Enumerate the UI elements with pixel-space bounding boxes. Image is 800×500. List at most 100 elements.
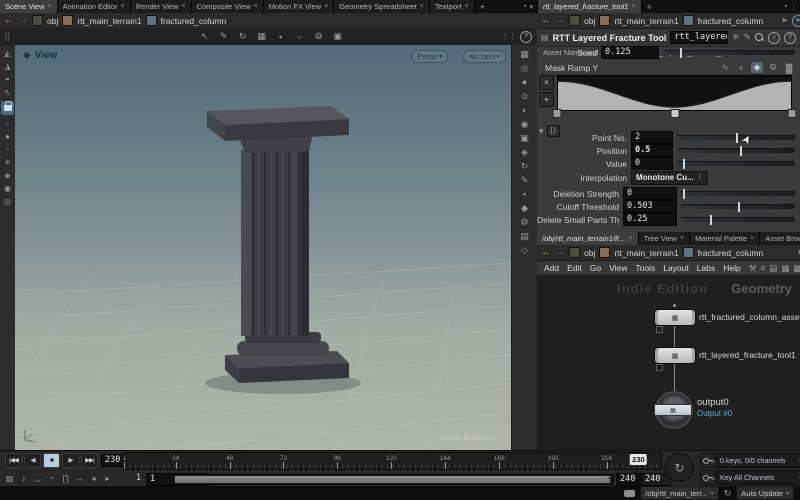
tab-animation-editor[interactable]: Animation Editor × bbox=[57, 0, 131, 13]
table-view-icon[interactable]: ▦ bbox=[781, 263, 789, 274]
tool-icon[interactable]: ◐ bbox=[516, 105, 533, 115]
tool-icon[interactable]: ◂ bbox=[88, 474, 99, 483]
new-tab-button[interactable]: + bbox=[475, 0, 490, 13]
pin-icon[interactable]: ➤ bbox=[781, 15, 788, 26]
position-field[interactable]: 0.5 bbox=[631, 144, 673, 157]
refresh-icon[interactable]: ↻ bbox=[724, 488, 732, 499]
list-view-icon[interactable]: ≡ bbox=[760, 263, 765, 273]
info-icon[interactable]: i bbox=[768, 31, 780, 44]
paint-tool-icon[interactable]: ◓ bbox=[1, 75, 14, 84]
tool-icon[interactable]: ▸ bbox=[102, 474, 113, 483]
close-icon[interactable]: × bbox=[465, 3, 469, 10]
timeline-ruler[interactable]: 1 24 48 72 96 120 144 168 192 216 230 bbox=[122, 452, 662, 470]
perspective-selector[interactable]: Persp ▾ bbox=[411, 50, 448, 63]
wrench-icon[interactable]: ⚒ bbox=[749, 263, 757, 274]
tool-icon[interactable]: ◆ bbox=[516, 203, 533, 213]
tool-icon[interactable]: ● bbox=[516, 77, 533, 87]
layout-options-icon[interactable]: ⋮⋮ bbox=[502, 33, 516, 41]
close-icon[interactable]: × bbox=[631, 3, 635, 10]
tab-geometry-spreadsheet[interactable]: Geometry Spreadsheet × bbox=[334, 0, 430, 13]
gradient-icon[interactable]: ▓ bbox=[783, 63, 795, 73]
menu-labs[interactable]: Labs bbox=[697, 263, 715, 273]
tool-icon[interactable]: ▤ bbox=[516, 231, 533, 241]
close-icon[interactable]: × bbox=[750, 235, 754, 242]
ramp-settings-icon[interactable]: ⚙ bbox=[767, 62, 779, 73]
camera-selector[interactable]: No cam ▾ bbox=[463, 50, 506, 63]
jump-to-end-button[interactable]: ▶▶| bbox=[81, 452, 98, 468]
tool-icon[interactable]: ▣ bbox=[516, 133, 533, 143]
seed-field[interactable]: 0.125 bbox=[601, 46, 659, 59]
tool-icon[interactable]: ◉ bbox=[516, 119, 533, 129]
tool-icon[interactable]: ✎ bbox=[516, 175, 533, 185]
cutoff-threshold-field[interactable]: 0.503 bbox=[623, 200, 677, 213]
scale-tool-icon[interactable]: ◎ bbox=[1, 197, 14, 206]
tool-icon[interactable]: ⚙ bbox=[313, 31, 325, 42]
breadcrumb-terrain[interactable]: rtt_main_terrain1 bbox=[77, 16, 141, 26]
node-input-connector[interactable] bbox=[673, 304, 676, 307]
tool-icon[interactable]: ▪ bbox=[516, 189, 533, 199]
ramp-editor[interactable] bbox=[557, 75, 792, 111]
forward-icon[interactable]: → bbox=[555, 247, 565, 258]
brush-icon[interactable]: ✎ bbox=[743, 32, 751, 43]
tool-icon[interactable]: ▫ bbox=[294, 32, 306, 42]
tab-material-palette[interactable]: Material Palette × bbox=[690, 232, 761, 245]
play-backward-button[interactable]: ◀ bbox=[24, 452, 41, 468]
delete-small-parts-slider[interactable] bbox=[681, 215, 795, 225]
tool-icon[interactable]: ◡ bbox=[32, 474, 43, 483]
auto-update-dropdown[interactable]: Auto Update ▾ bbox=[736, 486, 794, 500]
back-icon[interactable]: ← bbox=[541, 247, 551, 258]
tool-icon[interactable]: ↻ bbox=[516, 161, 533, 171]
tool-icon[interactable]: ↻ bbox=[237, 31, 249, 42]
tab-tree-view[interactable]: Tree View × bbox=[638, 232, 691, 245]
breadcrumb-terrain[interactable]: rtt_main_terrain1 bbox=[614, 248, 678, 258]
tool-icon[interactable]: ▦ bbox=[256, 31, 268, 42]
thumb-view-icon[interactable]: ▩ bbox=[793, 263, 800, 274]
tool-icon[interactable]: ▦ bbox=[516, 49, 533, 59]
pane-menu-icon[interactable]: ▾ bbox=[529, 3, 533, 11]
network-canvas[interactable]: Indie Edition Geometry ▦ rtt_fractured_c… bbox=[537, 275, 800, 450]
message-bubble-icon[interactable] bbox=[624, 489, 636, 498]
menu-tools[interactable]: Tools bbox=[635, 263, 655, 273]
menu-edit[interactable]: Edit bbox=[567, 263, 582, 273]
tab-composite-view[interactable]: Composite View × bbox=[191, 0, 264, 13]
secure-selection-lock-icon[interactable] bbox=[1, 101, 14, 115]
new-tab-button[interactable]: + bbox=[642, 0, 657, 13]
tool-icon[interactable]: ['] bbox=[60, 474, 71, 483]
breadcrumb-obj[interactable]: obj bbox=[47, 16, 58, 26]
ramp-handle-left[interactable] bbox=[552, 109, 562, 118]
forward-icon[interactable]: → bbox=[555, 15, 565, 26]
operator-controls-icon[interactable]: ✳ bbox=[732, 32, 740, 43]
tab-asset-browser[interactable]: Asset Browser× bbox=[760, 232, 800, 245]
pose-tool-icon[interactable]: ● bbox=[1, 132, 14, 141]
tool-icon[interactable]: ↖ bbox=[199, 31, 211, 42]
tool-icon[interactable]: ⊙ bbox=[516, 91, 533, 101]
grid-view-icon[interactable]: ▤ bbox=[769, 263, 777, 274]
ramp-handle-right[interactable] bbox=[787, 109, 797, 118]
cutoff-threshold-slider[interactable] bbox=[681, 202, 795, 212]
tool-icon[interactable]: ▪ bbox=[275, 32, 287, 42]
value-field[interactable]: 0 bbox=[631, 157, 673, 170]
forward-icon[interactable]: → bbox=[18, 15, 28, 26]
close-icon[interactable]: × bbox=[420, 3, 424, 10]
menu-view[interactable]: View bbox=[609, 263, 627, 273]
close-icon[interactable]: × bbox=[324, 3, 328, 10]
tab-motion-fx-view[interactable]: Motion FX View × bbox=[263, 0, 335, 13]
pane-menu-icon[interactable]: ⋮ bbox=[790, 3, 797, 11]
view-tool-icon[interactable]: ◭ bbox=[1, 49, 14, 58]
position-slider[interactable] bbox=[677, 146, 795, 156]
snap-tool-icon[interactable]: ✳ bbox=[1, 158, 14, 167]
tool-icon[interactable]: ▣ bbox=[332, 31, 344, 42]
tool-icon[interactable]: ◎ bbox=[516, 63, 533, 73]
tool-icon[interactable]: ◔ bbox=[46, 474, 57, 483]
breadcrumb-column[interactable]: fractured_column bbox=[161, 16, 227, 26]
seed-slider[interactable] bbox=[663, 48, 795, 58]
search-icon[interactable] bbox=[755, 33, 764, 42]
add-point-button[interactable]: + bbox=[539, 92, 554, 107]
close-icon[interactable]: × bbox=[254, 3, 258, 10]
tab-network-editor[interactable]: /obj/rtt_main_terrain1/fr... × bbox=[537, 232, 639, 245]
help-icon[interactable]: ? bbox=[520, 30, 532, 43]
tab-render-view[interactable]: Render View × bbox=[130, 0, 192, 13]
deletion-strength-field[interactable]: 0 bbox=[623, 187, 677, 200]
tool-icon[interactable]: ◈ bbox=[516, 147, 533, 157]
tool-icon[interactable]: ✎ bbox=[218, 31, 230, 42]
